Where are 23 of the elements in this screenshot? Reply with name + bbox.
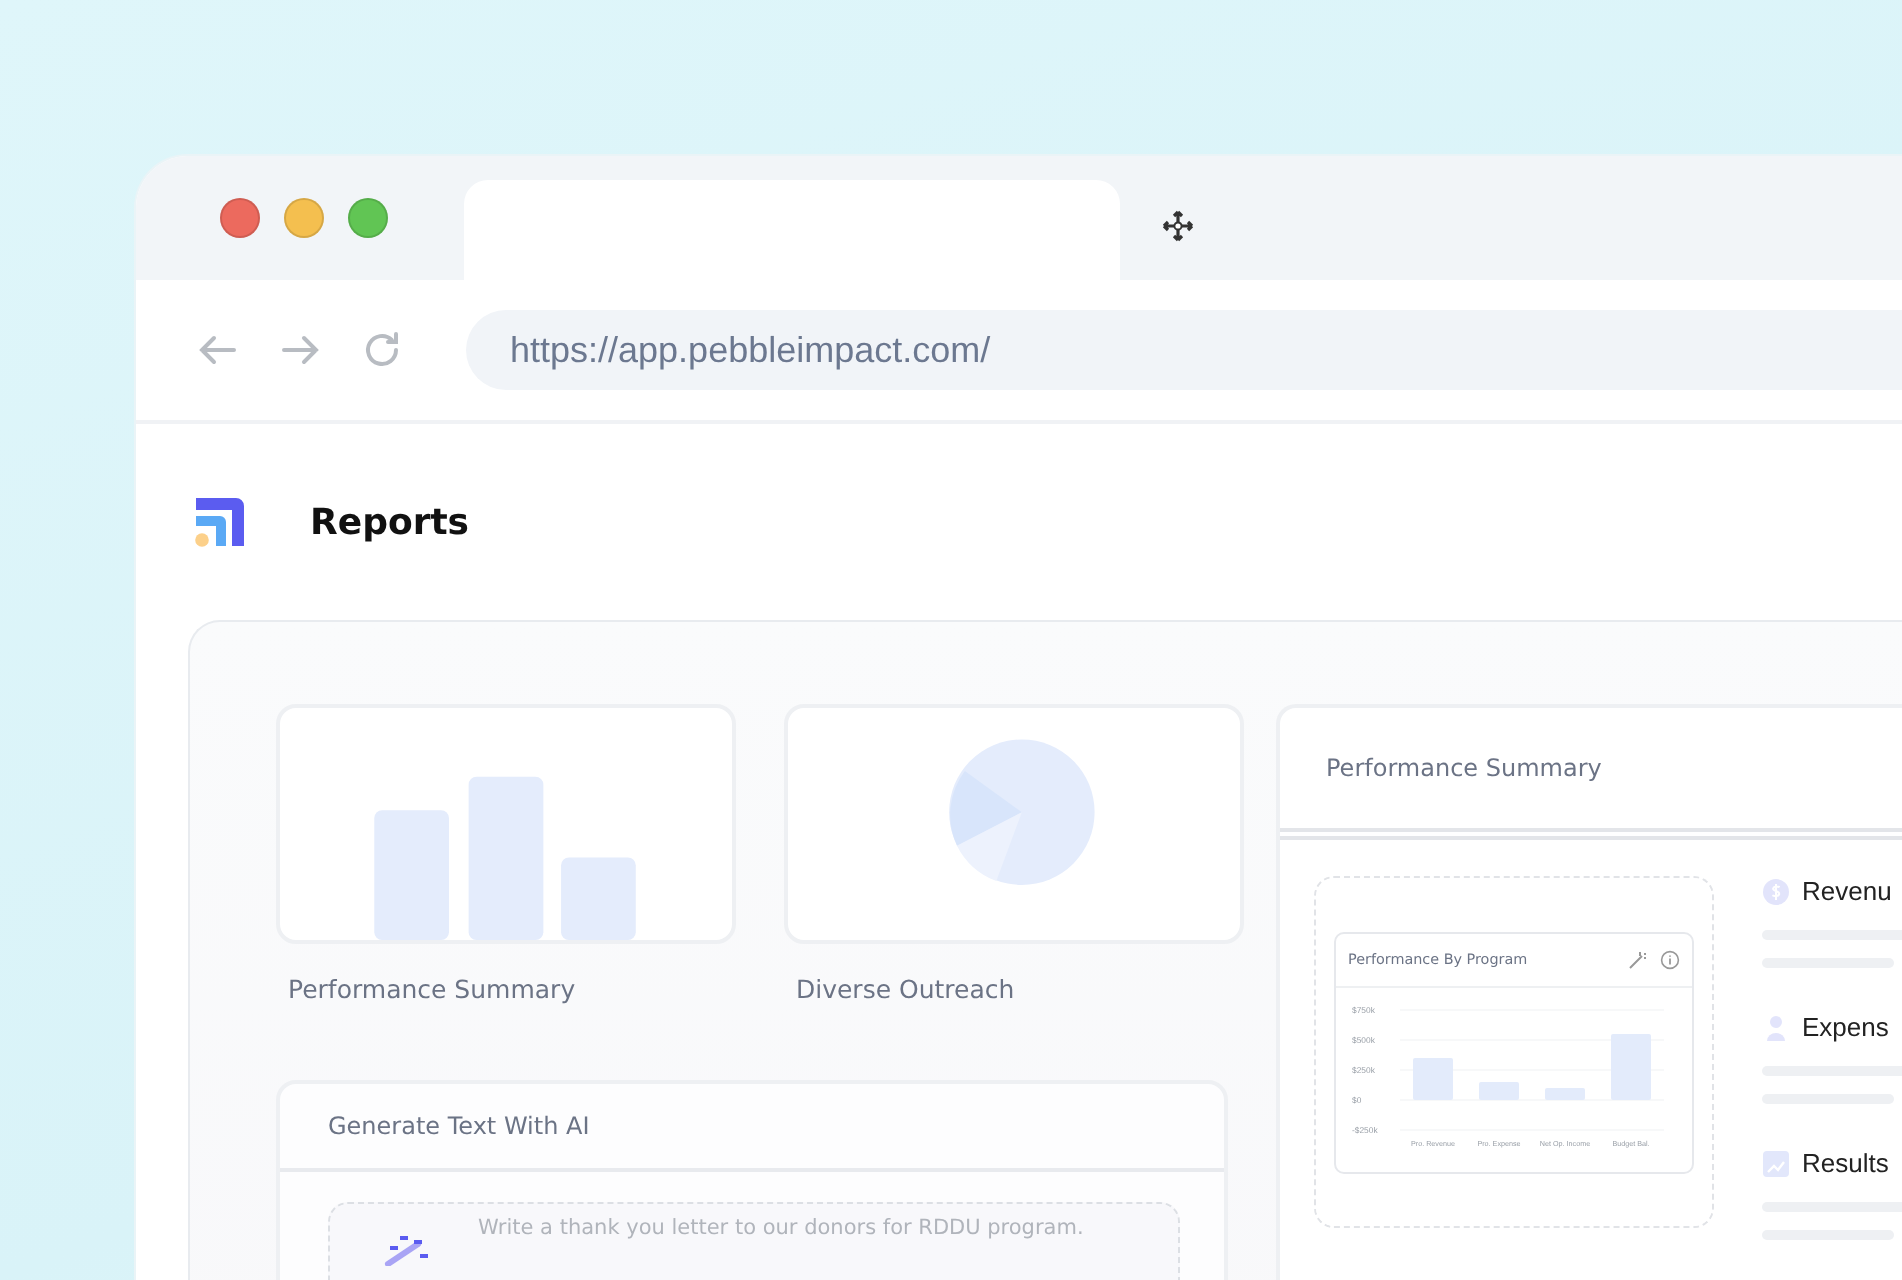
panel-title: Generate Text With AI (328, 1112, 590, 1140)
report-thumbnail[interactable] (784, 704, 1244, 944)
move-cursor-icon (1162, 210, 1194, 242)
window-control-button[interactable] (220, 198, 260, 238)
magic-wand-icon (382, 1234, 430, 1266)
window-control-button[interactable] (348, 198, 388, 238)
chart-icon (1762, 1149, 1790, 1177)
panel-title: Performance Summary (1326, 754, 1602, 782)
logo-icon (192, 494, 248, 550)
prompt-input[interactable]: Write a thank you letter to our donors for RDDU program. (478, 1216, 1158, 1240)
metric-label: Revenu (1802, 876, 1892, 906)
page-title: Reports (310, 501, 470, 543)
info-icon[interactable] (1660, 949, 1680, 969)
address-bar[interactable]: https://app.pebbleimpact.com/ (466, 310, 1902, 390)
card-label: Diverse Outreach (796, 974, 1017, 1004)
card-label: Performance Summary (288, 974, 578, 1004)
metric-label: Expens (1802, 1012, 1889, 1042)
report-thumbnail[interactable] (276, 704, 736, 944)
person-icon (1762, 1013, 1790, 1041)
dollar-coin-icon (1762, 877, 1790, 905)
magic-wand-icon[interactable] (1628, 949, 1648, 969)
window-control-button[interactable] (284, 198, 324, 238)
metric-label: Results (1802, 1148, 1889, 1178)
